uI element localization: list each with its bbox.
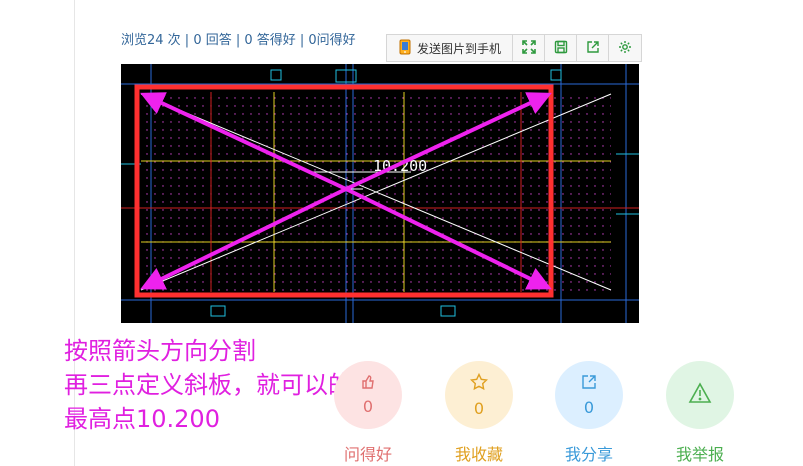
- annotation-line-3: 最高点10.200: [64, 405, 220, 433]
- report-circle: [666, 361, 734, 429]
- favorite-count: 0: [473, 398, 485, 418]
- send-to-phone-button[interactable]: 发送图片到手机: [387, 35, 513, 61]
- share-count: 0: [583, 397, 595, 417]
- share-button[interactable]: 0 我分享: [555, 361, 623, 465]
- thumb-icon: [361, 374, 375, 393]
- good-question-button[interactable]: 0 问得好: [334, 361, 402, 465]
- phone-icon: [398, 39, 412, 58]
- share-icon: [581, 374, 597, 394]
- report-button[interactable]: 我举报: [666, 361, 734, 465]
- send-to-phone-label: 发送图片到手机: [416, 41, 501, 56]
- favorite-button[interactable]: 0 我收藏: [445, 361, 513, 465]
- annotation-line-1: 按照箭头方向分割: [64, 337, 256, 365]
- share-label: 我分享: [564, 445, 613, 464]
- good-question-count: 0: [362, 397, 374, 416]
- cad-drawing-canvas: 10.200: [121, 64, 639, 323]
- report-label: 我举报: [675, 445, 724, 464]
- fullscreen-button[interactable]: [513, 35, 545, 61]
- cad-drawing-image[interactable]: 10.200: [121, 64, 639, 323]
- answer-annotation: 按照箭头方向分割 再三点定义斜板，就可以的吧 最高点10.200: [64, 334, 376, 436]
- favorite-circle: 0: [445, 361, 513, 429]
- star-icon: [469, 372, 489, 395]
- annotation-line-2: 再三点定义斜板，就可以的吧: [64, 371, 376, 399]
- share-circle: 0: [555, 361, 623, 429]
- good-question-label: 问得好: [343, 445, 392, 464]
- warning-icon: [688, 382, 712, 408]
- question-stats: 浏览24 次 | 0 回答 | 0 答得好 | 0问得好: [121, 33, 356, 48]
- save-image-button[interactable]: [545, 35, 577, 61]
- share-icon: [586, 39, 600, 58]
- image-toolbar: 发送图片到手机: [386, 34, 642, 62]
- image-settings-button[interactable]: [609, 35, 641, 61]
- share-image-button[interactable]: [577, 35, 609, 61]
- settings-icon: [618, 39, 632, 58]
- save-icon: [554, 39, 568, 58]
- expand-icon: [521, 39, 536, 58]
- favorite-label: 我收藏: [454, 445, 503, 464]
- good-question-circle: 0: [334, 361, 402, 429]
